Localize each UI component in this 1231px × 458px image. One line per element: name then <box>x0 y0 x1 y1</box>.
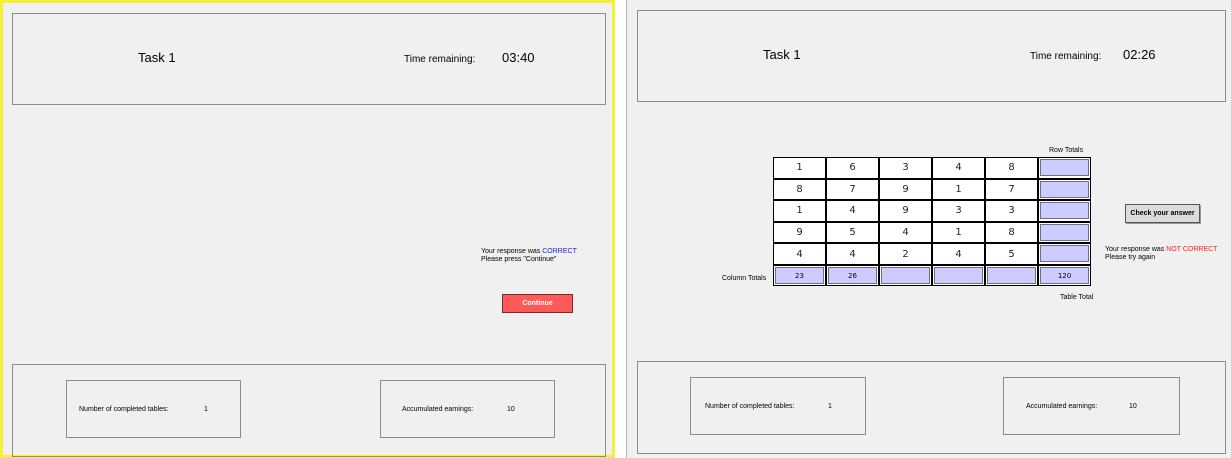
column-total-cell: 26 <box>826 265 879 286</box>
row-total-cell <box>1038 200 1091 222</box>
row-total-input[interactable] <box>1040 159 1089 176</box>
table-cell: 1 <box>773 157 826 179</box>
row-total-input[interactable] <box>1040 245 1089 263</box>
row-total-cell <box>1038 243 1091 265</box>
row-totals-label: Row Totals <box>1049 147 1084 154</box>
table-cell: 7 <box>826 178 879 201</box>
table-cell: 8 <box>773 178 826 201</box>
row-total-input[interactable] <box>1040 180 1089 198</box>
footer-panel: Number of completed tables: 1 Accumulate… <box>637 361 1226 454</box>
table-cell: 7 <box>985 178 1038 201</box>
completed-tables-box: Number of completed tables: 1 <box>690 377 866 435</box>
accumulated-earnings-label: Accumulated earnings: <box>1026 403 1098 410</box>
accumulated-earnings-value: 10 <box>1129 403 1137 410</box>
task-screen-correct: Task 1 Time remaining: 03:40 Your respon… <box>0 0 615 458</box>
task-title: Task 1 <box>763 47 801 62</box>
completed-tables-label: Number of completed tables: <box>705 403 795 410</box>
completed-tables-value: 1 <box>204 406 208 413</box>
completed-tables-label: Number of completed tables: <box>79 406 169 413</box>
table-total-cell: 120 <box>1038 265 1091 286</box>
response-instruction: Please press "Continue" <box>481 256 557 263</box>
column-total-input[interactable] <box>934 267 983 284</box>
response-message: Your response was CORRECT Please press "… <box>481 248 577 264</box>
accumulated-earnings-label: Accumulated earnings: <box>402 406 474 413</box>
row-total-cell <box>1038 178 1091 201</box>
table-cell: 1 <box>932 178 985 201</box>
row-total-input[interactable] <box>1040 223 1089 241</box>
column-total-cell <box>879 265 932 286</box>
column-total-input[interactable] <box>881 267 930 284</box>
table-cell: 3 <box>932 200 985 222</box>
time-remaining-label: Time remaining: <box>1030 51 1102 62</box>
column-total-input[interactable] <box>987 267 1036 284</box>
column-total-cell <box>985 265 1038 286</box>
table-cell: 4 <box>932 157 985 179</box>
table-cell: 4 <box>932 243 985 265</box>
table-cell: 3 <box>985 200 1038 222</box>
table-cell: 4 <box>879 221 932 244</box>
table-cell: 9 <box>879 200 932 222</box>
accumulated-earnings-box: Accumulated earnings: 10 <box>1003 377 1180 435</box>
response-prefix: Your response was <box>481 248 543 255</box>
row-total-cell <box>1038 157 1091 179</box>
table-cell: 1 <box>773 200 826 222</box>
response-status: NOT CORRECT <box>1166 246 1218 253</box>
table-cell: 4 <box>826 200 879 222</box>
table-cell: 9 <box>879 178 932 201</box>
task-title: Task 1 <box>138 50 176 65</box>
column-totals-label: Column Totals <box>722 275 767 282</box>
row-total-input[interactable] <box>1040 202 1089 220</box>
response-status: CORRECT <box>542 248 577 255</box>
completed-tables-box: Number of completed tables: 1 <box>66 380 241 438</box>
table-cell: 5 <box>826 221 879 244</box>
completed-tables-value: 1 <box>828 403 832 410</box>
row-total-cell <box>1038 221 1091 244</box>
table-cell: 6 <box>826 157 879 179</box>
table-cell: 1 <box>932 221 985 244</box>
continue-button[interactable]: Continue <box>502 294 573 313</box>
column-total-cell <box>932 265 985 286</box>
check-answer-button[interactable]: Check your answer <box>1125 204 1200 223</box>
column-total-input[interactable]: 23 <box>775 267 824 284</box>
footer-panel: Number of completed tables: 1 Accumulate… <box>12 364 606 457</box>
time-remaining-value: 02:26 <box>1123 47 1156 62</box>
table-cell: 3 <box>879 157 932 179</box>
column-total-cell: 23 <box>773 265 826 286</box>
table-cell: 4 <box>826 243 879 265</box>
table-cell: 9 <box>773 221 826 244</box>
accumulated-earnings-box: Accumulated earnings: 10 <box>380 380 555 438</box>
response-prefix: Your response was <box>1105 246 1167 253</box>
table-cell: 8 <box>985 157 1038 179</box>
header-panel: Task 1 Time remaining: 02:26 <box>637 10 1226 102</box>
table-total-label: Table Total <box>1060 294 1094 301</box>
task-screen-incorrect: Task 1 Time remaining: 02:26 Row Totals … <box>626 0 1231 458</box>
table-cell: 8 <box>985 221 1038 244</box>
accumulated-earnings-value: 10 <box>507 406 515 413</box>
time-remaining-value: 03:40 <box>502 50 535 65</box>
table-total-input[interactable]: 120 <box>1040 267 1089 284</box>
column-total-input[interactable]: 26 <box>828 267 877 284</box>
response-message: Your response was NOT CORRECT Please try… <box>1105 246 1217 262</box>
table-cell: 4 <box>773 243 826 265</box>
time-remaining-label: Time remaining: <box>404 54 476 65</box>
table-cell: 2 <box>879 243 932 265</box>
response-instruction: Please try again <box>1105 254 1156 261</box>
header-panel: Task 1 Time remaining: 03:40 <box>12 13 606 105</box>
table-cell: 5 <box>985 243 1038 265</box>
